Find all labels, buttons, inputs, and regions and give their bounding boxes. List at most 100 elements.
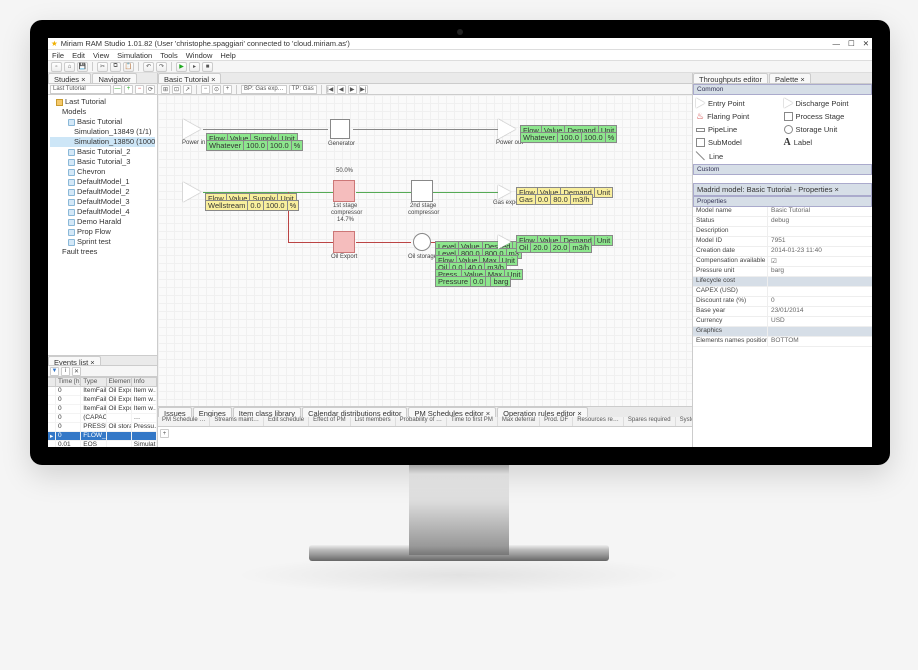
menu-bar[interactable]: File Edit View Simulation Tools Window H… — [48, 50, 872, 61]
fwd-icon[interactable]: ▶ — [348, 85, 357, 94]
tab-pm-sched[interactable]: PM Schedules editor × — [408, 407, 496, 417]
play-icon[interactable]: ▶ — [176, 62, 187, 72]
menu-file[interactable]: File — [52, 51, 64, 60]
col-header[interactable]: Streams maint… — [210, 417, 264, 426]
node-generator[interactable] — [330, 119, 350, 139]
open-icon[interactable]: ⌂ — [64, 62, 75, 72]
col-header[interactable]: Time to first PM — [447, 417, 498, 426]
snap-icon[interactable]: ⊡ — [172, 85, 181, 94]
node-1st-stage[interactable] — [333, 180, 355, 202]
col-header[interactable]: Resources re… — [573, 417, 624, 426]
pal-pipeline[interactable]: PipeLine — [696, 125, 782, 134]
palette-group-custom[interactable]: Custom — [693, 164, 872, 175]
property-row[interactable]: Model nameBasic Tutorial — [693, 207, 872, 217]
node-oil-export[interactable] — [333, 231, 355, 253]
collapse-icon[interactable]: — — [113, 85, 122, 94]
property-row[interactable]: CAPEX (USD) — [693, 287, 872, 297]
new-icon[interactable]: ▫ — [51, 62, 62, 72]
node-gas-export[interactable] — [498, 185, 511, 199]
save-icon[interactable]: 💾 — [77, 62, 88, 72]
zoom-out-icon[interactable]: − — [201, 85, 210, 94]
property-row[interactable]: Description — [693, 227, 872, 237]
event-row[interactable]: 0PRESSU…Oil storagePressu… — [48, 423, 157, 432]
pal-entry-point[interactable]: Entry Point — [696, 98, 782, 108]
bottom-body[interactable]: + — [158, 427, 692, 447]
tab-item-lib[interactable]: Item class library — [233, 407, 301, 417]
copy-icon[interactable]: ⧉ — [110, 62, 121, 72]
event-row[interactable]: 0ItemFail…Oil ExportItem w… — [48, 396, 157, 405]
col-header[interactable]: List members — [351, 417, 396, 426]
tab-engines[interactable]: Engines — [193, 407, 232, 417]
remove-icon[interactable]: − — [135, 85, 144, 94]
menu-tools[interactable]: Tools — [160, 51, 178, 60]
node-power-in[interactable] — [183, 119, 201, 139]
menu-edit[interactable]: Edit — [72, 51, 85, 60]
grid-icon[interactable]: ⊞ — [161, 85, 170, 94]
node-wellstream[interactable] — [183, 182, 201, 202]
property-row[interactable]: CurrencyUSD — [693, 317, 872, 327]
undo-icon[interactable]: ↶ — [143, 62, 154, 72]
info-icon[interactable]: i — [61, 367, 70, 376]
event-row[interactable]: 0(CAPACI…… — [48, 414, 157, 423]
col-header[interactable]: Spares required — [624, 417, 676, 426]
col-header[interactable]: PM Schedule … — [158, 417, 210, 426]
cut-icon[interactable]: ✂ — [97, 62, 108, 72]
ffwd-icon[interactable]: ▶| — [359, 85, 368, 94]
tab-op-rules[interactable]: Operation rules editor × — [497, 407, 588, 417]
tab-events[interactable]: Events list × — [48, 356, 101, 365]
event-row[interactable]: ▸0FLOW_… — [48, 432, 157, 441]
menu-window[interactable]: Window — [186, 51, 213, 60]
property-row[interactable]: Elements names positionBOTTOM — [693, 337, 872, 347]
menu-simulation[interactable]: Simulation — [117, 51, 152, 60]
properties-table[interactable]: Model nameBasic TutorialStatusdebugDescr… — [693, 207, 872, 447]
col-header[interactable]: Probability of … — [396, 417, 447, 426]
property-row[interactable]: Discount rate (%)0 — [693, 297, 872, 307]
filter-icon[interactable]: ▼ — [50, 367, 59, 376]
root-select[interactable]: Last Tutorial — [50, 85, 111, 94]
tp-select[interactable]: TP: Gas — [289, 85, 317, 94]
node-oil-storage[interactable] — [413, 233, 431, 251]
zoom-in-icon[interactable]: + — [223, 85, 232, 94]
col-header[interactable]: Max deferral — [498, 417, 540, 426]
node-oil-out[interactable] — [498, 235, 511, 249]
node-2nd-stage[interactable] — [411, 180, 433, 202]
add-icon[interactable]: + — [124, 85, 133, 94]
refresh-icon[interactable]: ⟳ — [146, 85, 155, 94]
event-row[interactable]: 0ItemFail…Oil ExportItem w… — [48, 405, 157, 414]
tab-throughputs[interactable]: Throughputs editor — [693, 73, 768, 83]
property-row[interactable]: Pressure unitbarg — [693, 267, 872, 277]
pal-line[interactable]: Line — [696, 151, 782, 161]
maximize-button[interactable]: ☐ — [848, 39, 855, 48]
bp-select[interactable]: BP: Gas exp… — [241, 85, 287, 94]
tab-issues[interactable]: Issues — [158, 407, 192, 417]
property-row[interactable]: Lifecycle cost — [693, 277, 872, 287]
rewind-icon[interactable]: |◀ — [326, 85, 335, 94]
tab-studies[interactable]: Studies × — [48, 73, 91, 83]
node-power-out[interactable] — [498, 119, 516, 139]
col-header[interactable]: Prod. DF — [540, 417, 573, 426]
col-header[interactable]: Effect of PM — [309, 417, 351, 426]
arrow-icon[interactable]: ↗ — [183, 85, 192, 94]
tab-palette[interactable]: Palette × — [769, 73, 811, 83]
tab-diagram[interactable]: Basic Tutorial × — [158, 73, 221, 83]
redo-icon[interactable]: ↷ — [156, 62, 167, 72]
property-row[interactable]: Model ID7951 — [693, 237, 872, 247]
menu-help[interactable]: Help — [220, 51, 235, 60]
paste-icon[interactable]: 📋 — [123, 62, 134, 72]
back-icon[interactable]: ◀ — [337, 85, 346, 94]
property-row[interactable]: Statusdebug — [693, 217, 872, 227]
property-row[interactable]: Compensation available☑ — [693, 257, 872, 267]
pal-storage-unit[interactable]: Storage Unit — [784, 125, 870, 134]
pal-label[interactable]: ALabel — [784, 137, 870, 148]
property-row[interactable]: Creation date2014-01-23 11:40 — [693, 247, 872, 257]
tab-navigator[interactable]: Navigator — [92, 73, 136, 83]
palette-group-common[interactable]: Common — [693, 84, 872, 95]
property-row[interactable]: Graphics — [693, 327, 872, 337]
pal-submodel[interactable]: SubModel — [696, 137, 782, 148]
minimize-button[interactable]: — — [832, 39, 840, 48]
clear-icon[interactable]: ✕ — [72, 367, 81, 376]
stop-icon[interactable]: ■ — [202, 62, 213, 72]
add-row-icon[interactable]: + — [160, 429, 169, 438]
tab-cal-dist[interactable]: Calendar distributions editor — [302, 407, 407, 417]
pal-discharge-point[interactable]: Discharge Point — [784, 98, 870, 108]
